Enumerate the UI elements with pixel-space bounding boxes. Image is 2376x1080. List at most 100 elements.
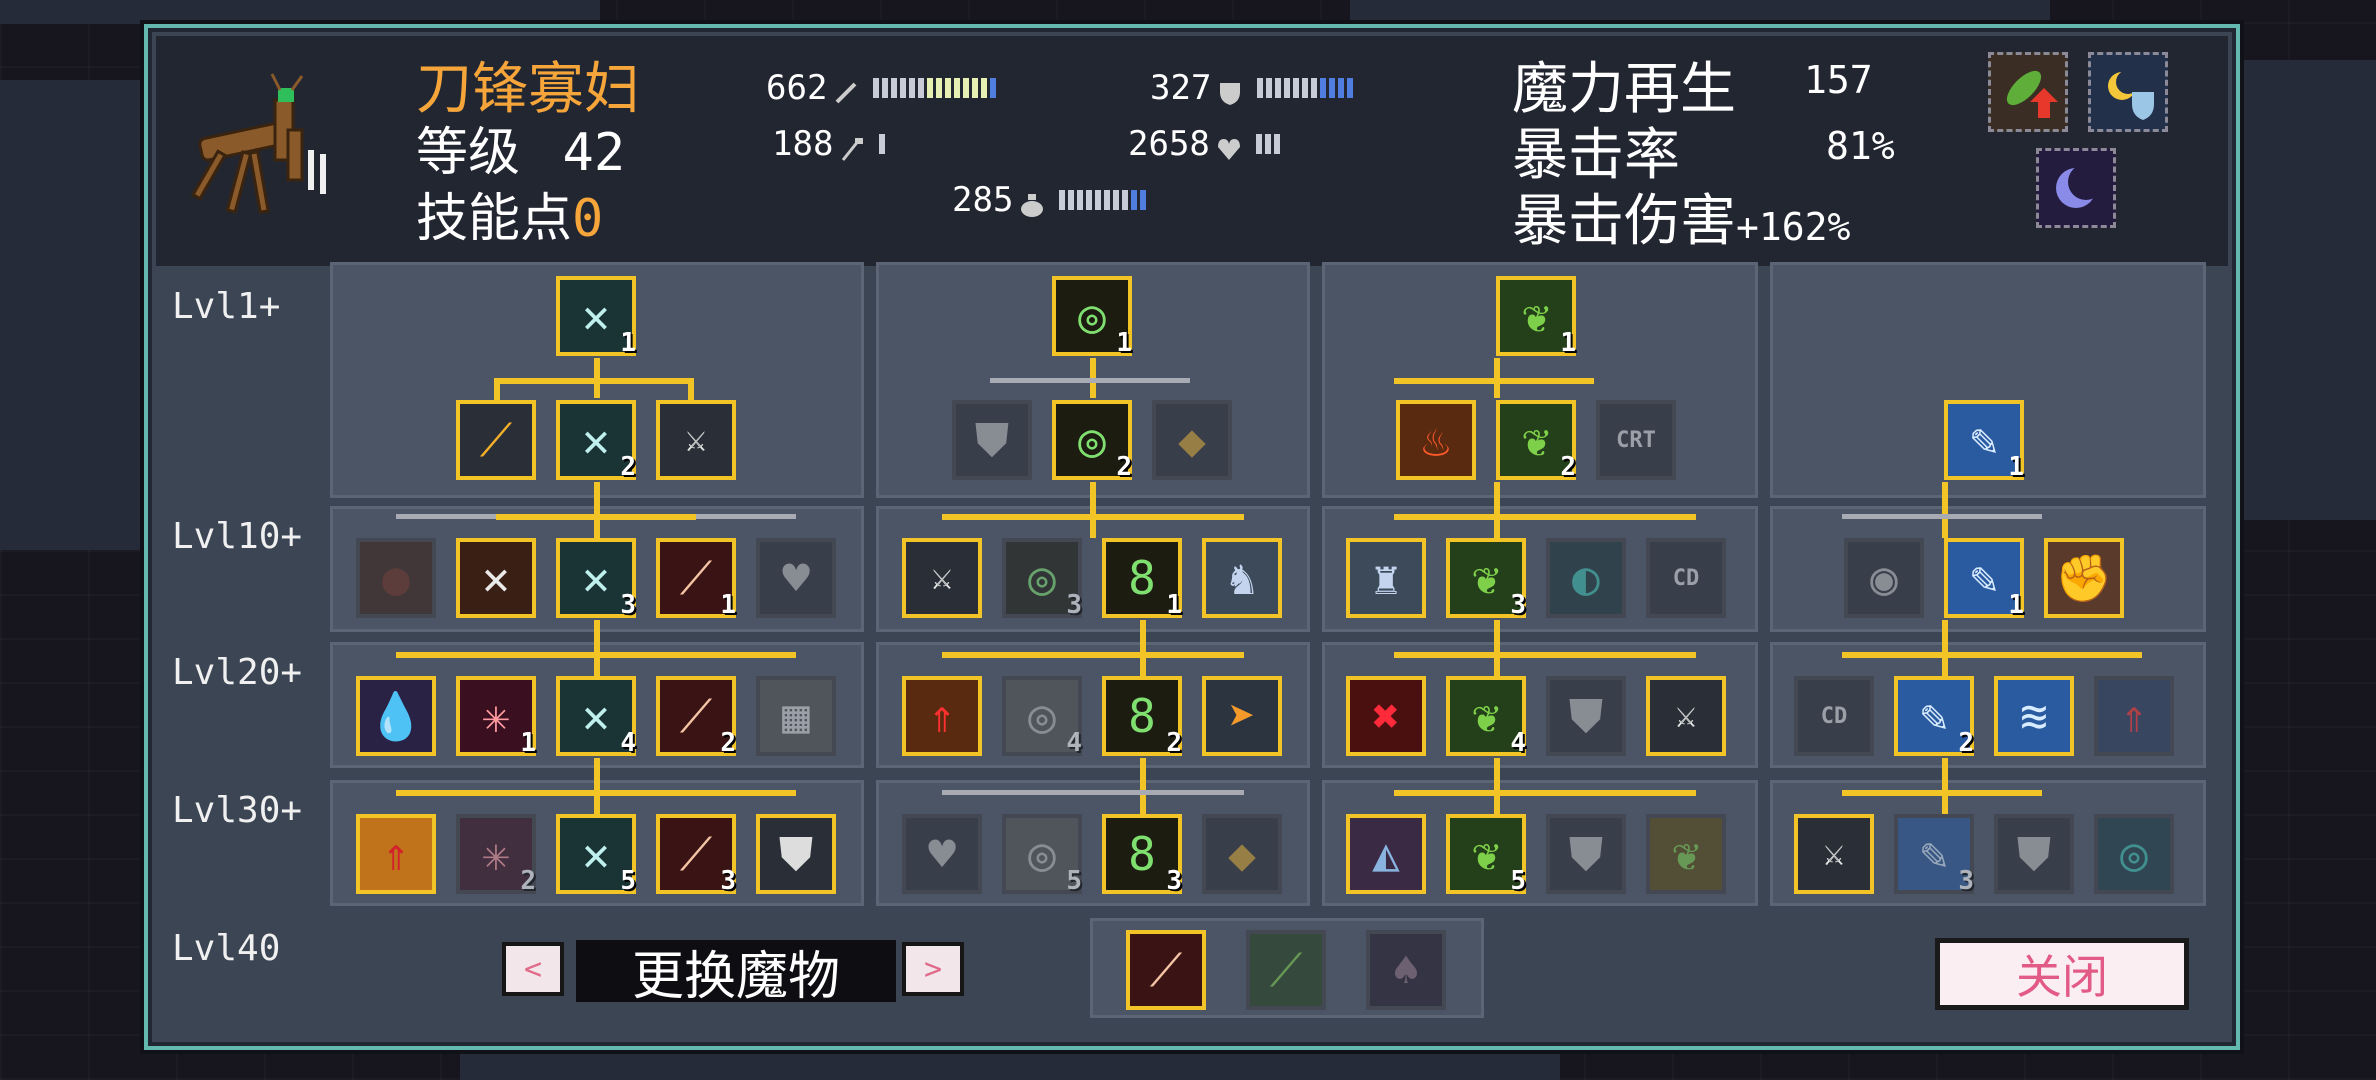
skill-dash[interactable]: ➤ [1202,676,1282,756]
skill-blade-cross[interactable]: ✕ 2 [556,400,636,482]
health-bar [1255,134,1280,154]
connector [1842,652,2142,658]
skill-power-up[interactable]: ⇑ [902,676,982,756]
crit-damage-value: +162% [1736,205,1851,249]
skill-leaf[interactable]: ❦ 4 [1446,676,1526,758]
skill-defense-up[interactable]: ⛊ [1546,814,1626,894]
skill-wing-boost[interactable]: ⇑ [2094,676,2174,756]
skill-vortex[interactable]: ◐ [1546,538,1626,618]
connector [1140,620,1146,676]
level-value: 42 [562,123,626,183]
leaf-boost-icon[interactable] [1988,52,2068,132]
skill-tree-boost[interactable]: ⇑ [356,814,436,894]
level-label-30: Lvl30+ [172,790,303,831]
skill-slash[interactable]: ⟋ 2 [656,676,736,758]
skill-arm[interactable]: ✊ [2044,538,2124,618]
connector [1494,482,1500,538]
skill-health-up[interactable]: ♥ [756,538,836,618]
skill-defense-up[interactable]: ⛊ [1546,676,1626,756]
connector [1140,758,1146,814]
health-value: 2658 [1128,124,1210,164]
connector [1494,620,1500,676]
skill-knight[interactable]: ♞ [1202,538,1282,618]
skill-scroll[interactable]: ▦ [756,676,836,756]
skill-slash[interactable]: ⟋ 3 [656,814,736,896]
skill-slash[interactable]: ⟋ 1 [656,538,736,620]
skill-armor[interactable]: ♜ [1346,538,1426,618]
mana-stat: 285 [952,180,1147,220]
skill-green-ring[interactable]: ◎ 5 [1002,814,1082,896]
skill-blade-cross[interactable]: ✕ 3 [556,538,636,620]
bg-slab [0,0,600,24]
skill-burst[interactable]: ✳ 1 [456,676,536,758]
connector [594,758,600,814]
skill-double-ring[interactable]: 83 [1102,814,1182,896]
skill-fur[interactable]: ● [356,538,436,618]
skill-green-ring[interactable]: ◎ 4 [1002,676,1082,758]
skill-double-ring[interactable]: 81 [1102,538,1182,620]
mana-bar [1059,190,1147,210]
skill-blood-cross[interactable]: ✖ [1346,676,1426,756]
connector [494,378,500,400]
monster-slot-spike[interactable]: ♠ [1366,930,1446,1010]
skill-crit[interactable]: CRT [1596,400,1676,480]
skill-gold-bag[interactable]: ◆ [1152,400,1232,480]
prev-monster-button[interactable]: < [502,942,564,996]
skill-blade-cross[interactable]: ✕ 4 [556,676,636,758]
skill-blade-cross[interactable]: ✕ 1 [556,276,636,358]
monster-slot-leaf[interactable]: ⟋ [1246,930,1326,1010]
skill-leaf-gold[interactable]: ❦ [1646,814,1726,894]
skill-wing-storm[interactable]: ≋ [1994,676,2074,756]
skill-dual-blade[interactable]: ✕ [456,538,536,618]
wand-icon [839,131,865,161]
skill-fire[interactable]: ♨ [1396,400,1476,480]
next-monster-button[interactable]: > [902,942,964,996]
skill-golden-claw[interactable]: ⟋ [456,400,536,480]
skill-defense-up[interactable]: ⛊ [952,400,1032,480]
connector [1842,514,2042,519]
skill-blade-cross[interactable]: ✕ 5 [556,814,636,896]
speed-value: 188 [772,124,834,164]
skill-points-value: 0 [572,189,604,249]
skill-cooldown[interactable]: CD [1646,538,1726,618]
mana-value: 285 [952,180,1014,220]
monster-slot-blade[interactable]: ⟋ [1126,930,1206,1010]
skill-defense-up[interactable]: ⛊ [756,814,836,894]
skill-double-ring[interactable]: 82 [1102,676,1182,758]
skill-health-up[interactable]: ♥ [902,814,982,894]
skill-double-wing[interactable]: ✎ 3 [1894,814,1974,896]
crescent-moon-icon[interactable] [2036,148,2116,228]
skill-burst[interactable]: ✳ 2 [456,814,536,896]
connector [594,482,600,538]
skill-mana-up[interactable]: ◉ [1844,538,1924,618]
skill-leaf[interactable]: ❦ 3 [1446,538,1526,620]
skill-ring-orb[interactable]: ◎ [2094,814,2174,894]
bg-slab [2240,60,2376,520]
skill-leaf[interactable]: ❦ 1 [1496,276,1576,358]
connector [942,514,1244,520]
skill-green-ring[interactable]: ◎ 2 [1052,400,1132,482]
skill-double-wing[interactable]: ✎ 2 [1894,676,1974,758]
skill-leaf[interactable]: ❦ 2 [1496,400,1576,482]
health-stat: 2658 [1128,124,1280,164]
skill-attack-up[interactable]: ⚔ [1646,676,1726,756]
connector [1494,758,1500,814]
skill-defense-up[interactable]: ⛊ [1994,814,2074,894]
moon-shield-icon[interactable] [2088,52,2168,132]
skill-double-wing[interactable]: ✎ 1 [1944,538,2024,620]
skill-cooldown[interactable]: CD [1794,676,1874,756]
skill-attack-up[interactable]: ⚔ [656,400,736,480]
skill-green-ring[interactable]: ◎ 1 [1052,276,1132,358]
skill-green-ring[interactable]: ◎ 3 [1002,538,1082,620]
skill-attack-up[interactable]: ⚔ [1794,814,1874,894]
connector [396,652,796,658]
skill-wing[interactable]: ✎ 1 [1944,400,2024,482]
skill-bleed[interactable]: 💧 [356,676,436,756]
skill-leaf[interactable]: ❦ 5 [1446,814,1526,896]
connector [942,790,1244,795]
close-button[interactable]: 关闭 [1935,938,2189,1010]
connector [688,378,694,400]
skill-gold-bag[interactable]: ◆ [1202,814,1282,894]
skill-attack-up[interactable]: ⚔ [902,538,982,618]
skill-fish[interactable]: ◭ [1346,814,1426,894]
